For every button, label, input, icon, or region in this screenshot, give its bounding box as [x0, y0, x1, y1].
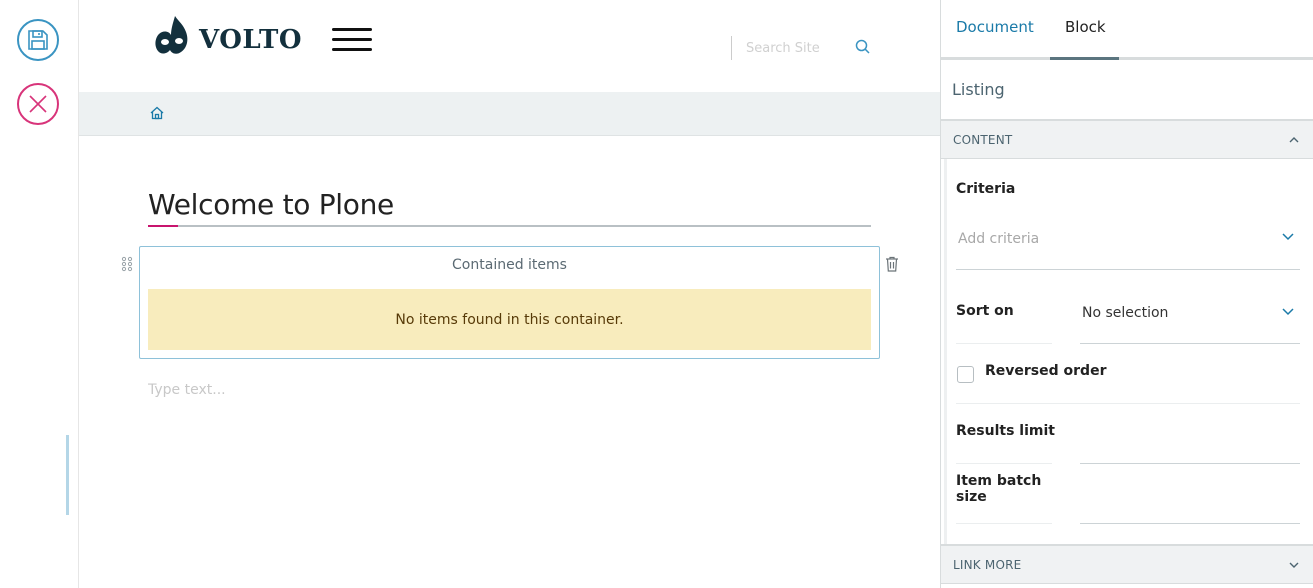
reversed-order-separator: [956, 403, 1300, 404]
item-batch-size-input[interactable]: [1080, 496, 1300, 524]
text-block-input[interactable]: [148, 380, 848, 400]
listing-block[interactable]: Contained items No items found in this c…: [139, 246, 880, 359]
results-limit-input[interactable]: [1080, 436, 1300, 464]
reversed-order-checkbox[interactable]: [957, 366, 974, 383]
results-limit-label: Results limit: [956, 423, 1055, 439]
criteria-underline: [956, 269, 1300, 270]
site-logo[interactable]: VOLTO: [153, 14, 302, 56]
link-more-section-label: LINK MORE: [953, 558, 1022, 572]
hamburger-bar: [332, 48, 372, 51]
title-underline: [148, 225, 871, 227]
page-title[interactable]: Welcome to Plone: [148, 188, 394, 221]
item-batch-size-label: Item batch size: [956, 473, 1041, 505]
close-icon: [29, 95, 47, 113]
item-batch-size-label-line1: Item batch: [956, 473, 1042, 489]
chevron-down-icon[interactable]: [1281, 229, 1295, 243]
item-batch-size-label-separator: [956, 523, 1052, 524]
active-tab-indicator: [1050, 57, 1119, 60]
floppy-disk-icon: [28, 30, 48, 50]
content-section-toggle[interactable]: CONTENT: [941, 119, 1313, 159]
item-batch-size-label-line2: size: [956, 489, 987, 505]
site-header: VOLTO: [79, 0, 940, 92]
empty-listing-message: No items found in this container.: [148, 289, 871, 350]
edit-toolbar: [0, 0, 79, 588]
chevron-up-icon: [1289, 137, 1299, 143]
hamburger-icon: [332, 28, 372, 31]
sort-on-label: Sort on: [956, 303, 1014, 319]
sidebar-tabs: Document Block: [941, 0, 1313, 60]
drag-handle-icon[interactable]: [121, 256, 133, 272]
toolbar-scrollbar[interactable]: [66, 435, 69, 515]
sort-on-select[interactable]: No selection: [1082, 305, 1168, 321]
search-icon[interactable]: [854, 38, 872, 56]
menu-button[interactable]: [332, 28, 372, 54]
content-section-label: CONTENT: [953, 133, 1013, 147]
search-input[interactable]: [746, 38, 846, 58]
home-icon[interactable]: [149, 105, 165, 121]
link-more-section-toggle[interactable]: LINK MORE: [941, 544, 1313, 584]
block-type-heading: Listing: [952, 80, 1005, 99]
tab-block[interactable]: Block: [1065, 18, 1106, 36]
sort-on-underline: [1080, 343, 1300, 344]
breadcrumb: [79, 92, 940, 136]
criteria-label: Criteria: [956, 181, 1016, 197]
sort-on-label-separator: [956, 343, 1052, 344]
listing-block-header: Contained items: [452, 257, 567, 273]
logo-text: VOLTO: [199, 25, 303, 55]
reversed-order-label[interactable]: Reversed order: [985, 363, 1106, 379]
criteria-select[interactable]: Add criteria: [958, 231, 1039, 247]
title-accent-line: [148, 225, 178, 227]
tab-document[interactable]: Document: [956, 18, 1034, 36]
sidebar: Document Block Listing CONTENT Criteria …: [940, 0, 1313, 588]
search-form: [731, 36, 881, 60]
chevron-down-icon[interactable]: [1281, 304, 1295, 318]
results-limit-label-separator: [956, 463, 1052, 464]
hamburger-bar: [332, 38, 372, 41]
save-button[interactable]: [17, 19, 59, 61]
cancel-button[interactable]: [17, 83, 59, 125]
trash-icon[interactable]: [885, 256, 899, 272]
chevron-down-icon: [1289, 562, 1299, 568]
volto-mask-icon: [155, 16, 188, 54]
